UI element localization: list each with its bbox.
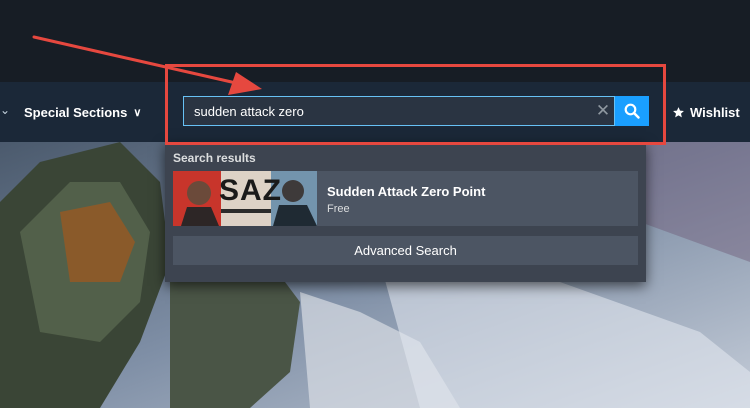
special-sections-label: Special Sections bbox=[24, 104, 128, 120]
star-icon bbox=[673, 106, 684, 117]
annotation-highlight-box bbox=[165, 64, 666, 145]
wishlist-label: Wishlist bbox=[690, 104, 740, 120]
advanced-search-button[interactable]: Advanced Search bbox=[173, 236, 638, 265]
nav-prev-chevron-icon[interactable]: ⌄ bbox=[0, 104, 10, 116]
result-price: Free bbox=[327, 203, 350, 215]
thumbnail-title: SAZ bbox=[219, 174, 282, 207]
special-sections-menu[interactable]: Special Sections ∨ bbox=[24, 102, 141, 122]
search-result-item[interactable]: SAZ Sudden Attack Zero Point Free bbox=[173, 171, 638, 226]
chevron-down-icon: ∨ bbox=[133, 106, 142, 119]
game-thumbnail: SAZ bbox=[173, 171, 317, 226]
search-results-heading: Search results bbox=[173, 151, 256, 165]
result-name: Sudden Attack Zero Point bbox=[327, 184, 486, 199]
wishlist-link[interactable]: Wishlist bbox=[672, 102, 740, 122]
